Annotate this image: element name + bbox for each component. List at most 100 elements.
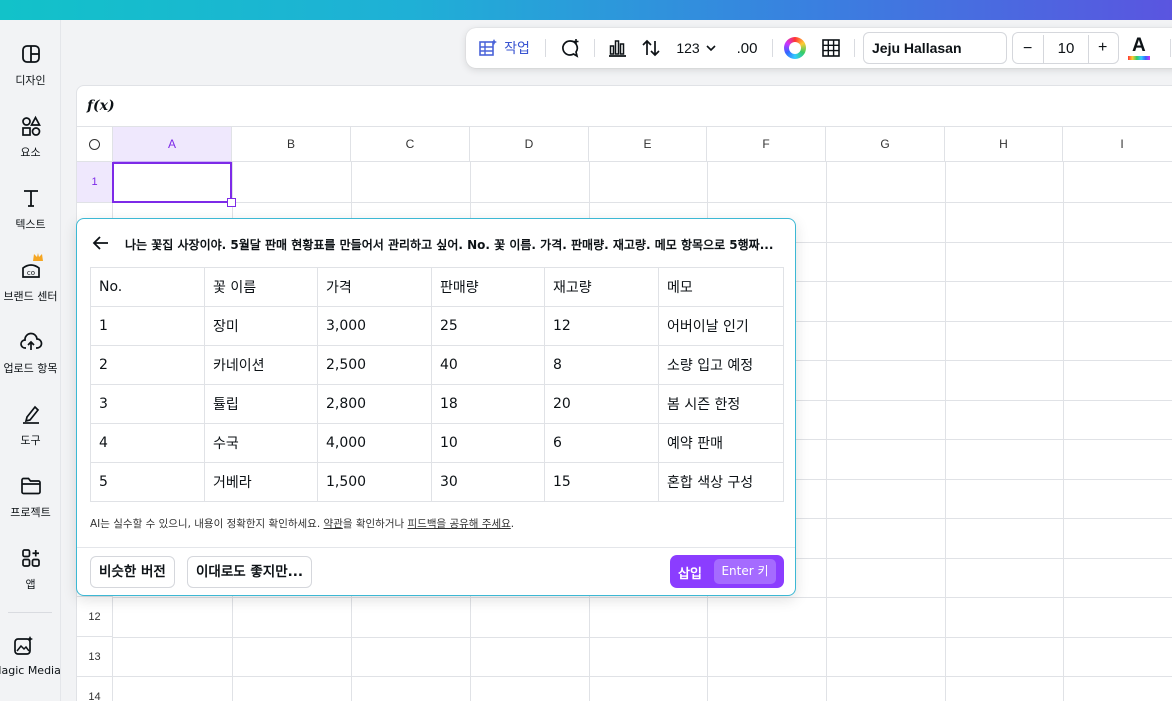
sort-button[interactable]	[638, 28, 664, 68]
table-cell: 10	[431, 423, 545, 463]
draw-icon	[22, 405, 39, 424]
toolbar-divider	[854, 39, 855, 57]
text-icon	[23, 190, 38, 207]
table-row: 2 카네이션 2,500 40 8 소량 입고 예정	[90, 345, 784, 385]
grid-line	[113, 676, 1172, 677]
decimal-label: .00	[736, 39, 758, 57]
text-color-letter: A	[1132, 35, 1146, 56]
result-table: No. 꽃 이름 가격 판매량 재고량 메모 1 장미 3,000 25 12 …	[90, 267, 784, 502]
table-cell: 15	[544, 462, 659, 502]
apps-icon	[21, 549, 40, 567]
sidebar-item-magic-media[interactable]: Magic Media	[0, 634, 61, 677]
table-cell: 18	[431, 384, 545, 424]
table-cell: 2,800	[317, 384, 432, 424]
selected-cell-a1[interactable]	[112, 162, 232, 203]
column-header-d[interactable]: D	[470, 127, 589, 162]
sidebar-divider	[8, 612, 52, 613]
column-header-h[interactable]: H	[945, 127, 1063, 162]
ai-table-panel: 나는 꽃집 사장이야. 5월달 판매 현황표를 만들어서 관리하고 싶어. No…	[76, 218, 796, 596]
disclaimer-text: .	[510, 518, 515, 530]
comment-add-icon	[562, 39, 579, 58]
sidebar-item-upload[interactable]: 업로드 항목	[0, 330, 60, 376]
column-header-e[interactable]: E	[589, 127, 707, 162]
similar-version-button[interactable]: 비슷한 버전	[90, 556, 175, 588]
font-size-input[interactable]: 10	[1043, 35, 1089, 63]
table-row: 4 수국 4,000 10 6 예약 판매	[90, 423, 784, 463]
insert-button[interactable]: 삽입 Enter 키	[670, 555, 784, 588]
table-cell: 4	[90, 423, 205, 463]
decimal-button[interactable]: .00	[730, 28, 764, 68]
comment-button[interactable]	[555, 28, 585, 68]
column-header-c[interactable]: C	[351, 127, 470, 162]
folder-icon	[20, 477, 41, 495]
svg-text:co: co	[26, 269, 34, 277]
grid-icon	[822, 39, 840, 57]
actions-button[interactable]: 작업	[474, 28, 534, 68]
actions-label: 작업	[504, 40, 530, 56]
prompt-text: 나는 꽃집 사장이야. 5월달 판매 현황표를 만들어서 관리하고 싶어. No…	[125, 238, 774, 252]
font-family-dropdown[interactable]: Jeju Hallasan	[863, 32, 1007, 64]
color-button[interactable]	[782, 28, 808, 68]
sidebar-item-tools[interactable]: 도구	[0, 402, 60, 448]
column-header-f[interactable]: F	[707, 127, 826, 162]
number-format-dropdown[interactable]: 123	[672, 28, 720, 68]
back-arrow-icon[interactable]	[91, 233, 111, 253]
enter-key-hint: Enter 키	[714, 559, 776, 584]
column-header-i[interactable]: I	[1063, 127, 1172, 162]
number-format-label: 123	[676, 40, 700, 56]
table-cell: 1	[90, 306, 205, 346]
table-row: 3 튤립 2,800 18 20 봄 시즌 한정	[90, 384, 784, 424]
terms-link[interactable]: 약관	[324, 518, 343, 530]
table-cell: 5	[90, 462, 205, 502]
sidebar-item-label: 도구	[20, 434, 41, 447]
sidebar-item-projects[interactable]: 프로젝트	[0, 474, 60, 520]
panel-divider	[77, 547, 795, 548]
refine-button[interactable]: 이대로도 좋지만...	[187, 556, 313, 588]
color-wheel-icon	[784, 37, 806, 59]
formula-bar[interactable]: f(x)	[77, 86, 1172, 127]
table-cell: 장미	[204, 306, 318, 346]
text-color-icon: A	[1128, 35, 1150, 61]
sidebar-item-design[interactable]: 디자인	[0, 42, 60, 88]
font-size-stepper[interactable]: − 10 +	[1012, 32, 1119, 64]
table-cell: 봄 시즌 한정	[658, 384, 784, 424]
bar-chart-icon	[609, 40, 626, 57]
sidebar-item-elements[interactable]: 요소	[0, 114, 60, 160]
feedback-link[interactable]: 피드백을 공유해 주세요	[408, 518, 511, 530]
column-header-b[interactable]: B	[232, 127, 351, 162]
table-cell: 소량 입고 예정	[658, 345, 784, 385]
text-color-button[interactable]: A	[1126, 28, 1152, 68]
table-cell: 카네이션	[204, 345, 318, 385]
table-cell: 2,500	[317, 345, 432, 385]
table-cell: 8	[544, 345, 659, 385]
sidebar-item-brand[interactable]: co 브랜드 센터	[0, 253, 60, 304]
sidebar-item-text[interactable]: 텍스트	[0, 186, 60, 232]
column-header-g[interactable]: G	[826, 127, 945, 162]
row-header-12[interactable]: 12	[77, 597, 113, 637]
row-header-14[interactable]: 14	[77, 677, 113, 701]
toolbar-divider	[594, 39, 595, 57]
grid-line	[113, 637, 1172, 638]
sidebar-item-apps[interactable]: 앱	[0, 546, 60, 592]
editor-toolbar: 작업 123 .00 Jeju Hallasan − 10 + A	[466, 28, 1172, 68]
table-row: 5 거베라 1,500 30 15 혼합 색상 구성	[90, 462, 784, 502]
crown-icon	[33, 253, 43, 261]
fill-handle[interactable]	[227, 198, 236, 207]
sidebar-item-label: Magic Media	[0, 664, 61, 677]
borders-button[interactable]	[818, 28, 844, 68]
grid-line	[113, 202, 1172, 203]
table-cell: 거베라	[204, 462, 318, 502]
design-icon	[21, 45, 40, 63]
table-cell: 3	[90, 384, 205, 424]
select-all-corner[interactable]	[77, 127, 113, 162]
grid-line	[113, 597, 1172, 598]
chart-button[interactable]	[604, 28, 630, 68]
font-size-decrease-button[interactable]: −	[1023, 40, 1032, 58]
formula-label: f(x)	[87, 98, 115, 114]
row-header-1[interactable]: 1	[77, 162, 113, 203]
table-header-cell: No.	[90, 267, 205, 307]
row-header-13[interactable]: 13	[77, 637, 113, 677]
column-header-a[interactable]: A	[113, 127, 232, 162]
toolbar-divider	[772, 39, 773, 57]
font-size-increase-button[interactable]: +	[1098, 39, 1107, 57]
